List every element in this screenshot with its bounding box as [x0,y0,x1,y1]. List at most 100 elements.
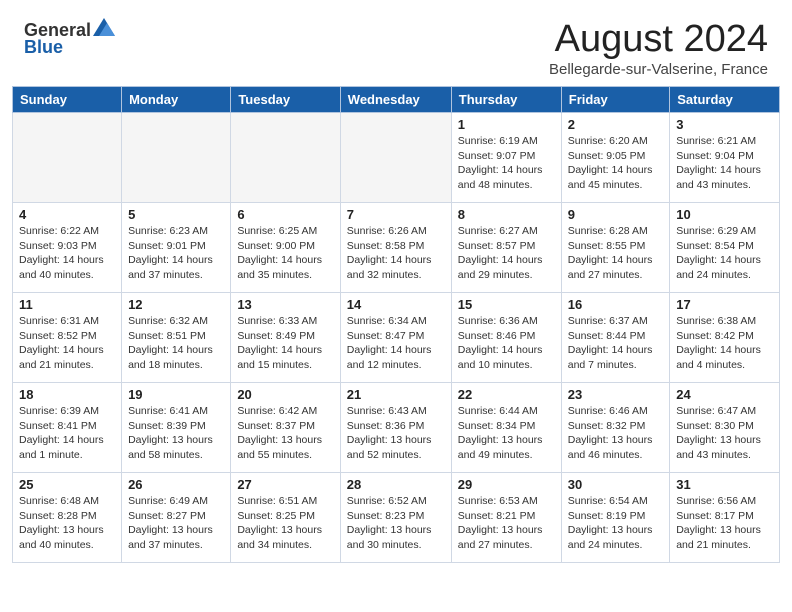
day-number: 17 [676,297,773,312]
day-number: 2 [568,117,663,132]
day-info: Sunrise: 6:29 AM Sunset: 8:54 PM Dayligh… [676,224,773,283]
calendar-cell: 4 Sunrise: 6:22 AM Sunset: 9:03 PM Daylig… [13,203,122,293]
day-info: Sunrise: 6:52 AM Sunset: 8:23 PM Dayligh… [347,494,445,553]
day-number: 5 [128,207,224,222]
calendar-cell: 22 Sunrise: 6:44 AM Sunset: 8:34 PM Dayli… [451,383,561,473]
day-info: Sunrise: 6:36 AM Sunset: 8:46 PM Dayligh… [458,314,555,373]
day-info: Sunrise: 6:49 AM Sunset: 8:27 PM Dayligh… [128,494,224,553]
day-info: Sunrise: 6:37 AM Sunset: 8:44 PM Dayligh… [568,314,663,373]
calendar-cell: 26 Sunrise: 6:49 AM Sunset: 8:27 PM Dayli… [122,473,231,563]
col-header-sunday: Sunday [13,87,122,113]
calendar-week-5: 25Sunrise: 6:48 AM Sunset: 8:28 PM Dayli… [13,473,780,563]
day-info: Sunrise: 6:51 AM Sunset: 8:25 PM Dayligh… [237,494,333,553]
calendar-cell: 9 Sunrise: 6:28 AM Sunset: 8:55 PM Daylig… [561,203,669,293]
page-header: General Blue August 2024 Bellegarde-sur-… [0,0,792,86]
col-header-wednesday: Wednesday [340,87,451,113]
day-number: 29 [458,477,555,492]
day-number: 13 [237,297,333,312]
calendar-cell: 11Sunrise: 6:31 AM Sunset: 8:52 PM Dayli… [13,293,122,383]
day-number: 8 [458,207,555,222]
calendar-cell: 2 Sunrise: 6:20 AM Sunset: 9:05 PM Daylig… [561,113,669,203]
calendar-cell: 21 Sunrise: 6:43 AM Sunset: 8:36 PM Dayli… [340,383,451,473]
calendar-cell: 5 Sunrise: 6:23 AM Sunset: 9:01 PM Daylig… [122,203,231,293]
day-info: Sunrise: 6:32 AM Sunset: 8:51 PM Dayligh… [128,314,224,373]
calendar-cell: 29 Sunrise: 6:53 AM Sunset: 8:21 PM Dayli… [451,473,561,563]
day-info: Sunrise: 6:21 AM Sunset: 9:04 PM Dayligh… [676,134,773,193]
calendar-cell: 20Sunrise: 6:42 AM Sunset: 8:37 PM Dayli… [231,383,340,473]
calendar-cell [231,113,340,203]
day-info: Sunrise: 6:27 AM Sunset: 8:57 PM Dayligh… [458,224,555,283]
month-title: August 2024 [549,18,768,61]
calendar-cell: 16 Sunrise: 6:37 AM Sunset: 8:44 PM Dayli… [561,293,669,383]
col-header-thursday: Thursday [451,87,561,113]
day-info: Sunrise: 6:39 AM Sunset: 8:41 PM Dayligh… [19,404,115,463]
calendar-cell: 23Sunrise: 6:46 AM Sunset: 8:32 PM Dayli… [561,383,669,473]
day-info: Sunrise: 6:42 AM Sunset: 8:37 PM Dayligh… [237,404,333,463]
calendar-week-3: 11Sunrise: 6:31 AM Sunset: 8:52 PM Dayli… [13,293,780,383]
day-info: Sunrise: 6:28 AM Sunset: 8:55 PM Dayligh… [568,224,663,283]
day-number: 10 [676,207,773,222]
col-header-saturday: Saturday [670,87,780,113]
calendar-cell: 13 Sunrise: 6:33 AM Sunset: 8:49 PM Dayli… [231,293,340,383]
day-info: Sunrise: 6:46 AM Sunset: 8:32 PM Dayligh… [568,404,663,463]
day-number: 16 [568,297,663,312]
calendar-cell [340,113,451,203]
day-info: Sunrise: 6:31 AM Sunset: 8:52 PM Dayligh… [19,314,115,373]
calendar-cell: 7Sunrise: 6:26 AM Sunset: 8:58 PM Daylig… [340,203,451,293]
day-number: 21 [347,387,445,402]
day-number: 9 [568,207,663,222]
day-info: Sunrise: 6:43 AM Sunset: 8:36 PM Dayligh… [347,404,445,463]
calendar-cell: 3 Sunrise: 6:21 AM Sunset: 9:04 PM Daylig… [670,113,780,203]
calendar-cell: 31 Sunrise: 6:56 AM Sunset: 8:17 PM Dayli… [670,473,780,563]
day-info: Sunrise: 6:44 AM Sunset: 8:34 PM Dayligh… [458,404,555,463]
logo-blue-text: Blue [24,37,63,58]
calendar-cell: 14 Sunrise: 6:34 AM Sunset: 8:47 PM Dayli… [340,293,451,383]
calendar-cell: 15 Sunrise: 6:36 AM Sunset: 8:46 PM Dayli… [451,293,561,383]
day-number: 24 [676,387,773,402]
day-info: Sunrise: 6:54 AM Sunset: 8:19 PM Dayligh… [568,494,663,553]
day-info: Sunrise: 6:19 AM Sunset: 9:07 PM Dayligh… [458,134,555,193]
day-number: 12 [128,297,224,312]
day-number: 22 [458,387,555,402]
col-header-tuesday: Tuesday [231,87,340,113]
calendar-container: SundayMondayTuesdayWednesdayThursdayFrid… [0,86,792,573]
calendar-cell: 8 Sunrise: 6:27 AM Sunset: 8:57 PM Daylig… [451,203,561,293]
day-number: 3 [676,117,773,132]
day-info: Sunrise: 6:25 AM Sunset: 9:00 PM Dayligh… [237,224,333,283]
day-number: 26 [128,477,224,492]
calendar-cell: 17Sunrise: 6:38 AM Sunset: 8:42 PM Dayli… [670,293,780,383]
day-info: Sunrise: 6:33 AM Sunset: 8:49 PM Dayligh… [237,314,333,373]
calendar-cell: 24 Sunrise: 6:47 AM Sunset: 8:30 PM Dayli… [670,383,780,473]
calendar-cell: 6 Sunrise: 6:25 AM Sunset: 9:00 PM Daylig… [231,203,340,293]
day-number: 31 [676,477,773,492]
day-info: Sunrise: 6:26 AM Sunset: 8:58 PM Dayligh… [347,224,445,283]
calendar-cell: 10 Sunrise: 6:29 AM Sunset: 8:54 PM Dayli… [670,203,780,293]
day-number: 30 [568,477,663,492]
calendar-cell [122,113,231,203]
calendar-cell: 1Sunrise: 6:19 AM Sunset: 9:07 PM Daylig… [451,113,561,203]
day-info: Sunrise: 6:23 AM Sunset: 9:01 PM Dayligh… [128,224,224,283]
day-number: 4 [19,207,115,222]
day-number: 25 [19,477,115,492]
day-info: Sunrise: 6:22 AM Sunset: 9:03 PM Dayligh… [19,224,115,283]
day-number: 14 [347,297,445,312]
title-block: August 2024 Bellegarde-sur-Valserine, Fr… [549,18,768,78]
calendar-table: SundayMondayTuesdayWednesdayThursdayFrid… [12,86,780,563]
day-number: 6 [237,207,333,222]
day-info: Sunrise: 6:47 AM Sunset: 8:30 PM Dayligh… [676,404,773,463]
calendar-week-2: 4 Sunrise: 6:22 AM Sunset: 9:03 PM Daylig… [13,203,780,293]
calendar-cell: 27 Sunrise: 6:51 AM Sunset: 8:25 PM Dayli… [231,473,340,563]
day-info: Sunrise: 6:53 AM Sunset: 8:21 PM Dayligh… [458,494,555,553]
day-number: 27 [237,477,333,492]
day-info: Sunrise: 6:20 AM Sunset: 9:05 PM Dayligh… [568,134,663,193]
calendar-cell: 25Sunrise: 6:48 AM Sunset: 8:28 PM Dayli… [13,473,122,563]
day-number: 15 [458,297,555,312]
logo-icon [93,18,115,36]
col-header-friday: Friday [561,87,669,113]
calendar-week-4: 18Sunrise: 6:39 AM Sunset: 8:41 PM Dayli… [13,383,780,473]
day-info: Sunrise: 6:34 AM Sunset: 8:47 PM Dayligh… [347,314,445,373]
day-number: 28 [347,477,445,492]
calendar-cell: 30 Sunrise: 6:54 AM Sunset: 8:19 PM Dayli… [561,473,669,563]
day-info: Sunrise: 6:56 AM Sunset: 8:17 PM Dayligh… [676,494,773,553]
calendar-cell [13,113,122,203]
